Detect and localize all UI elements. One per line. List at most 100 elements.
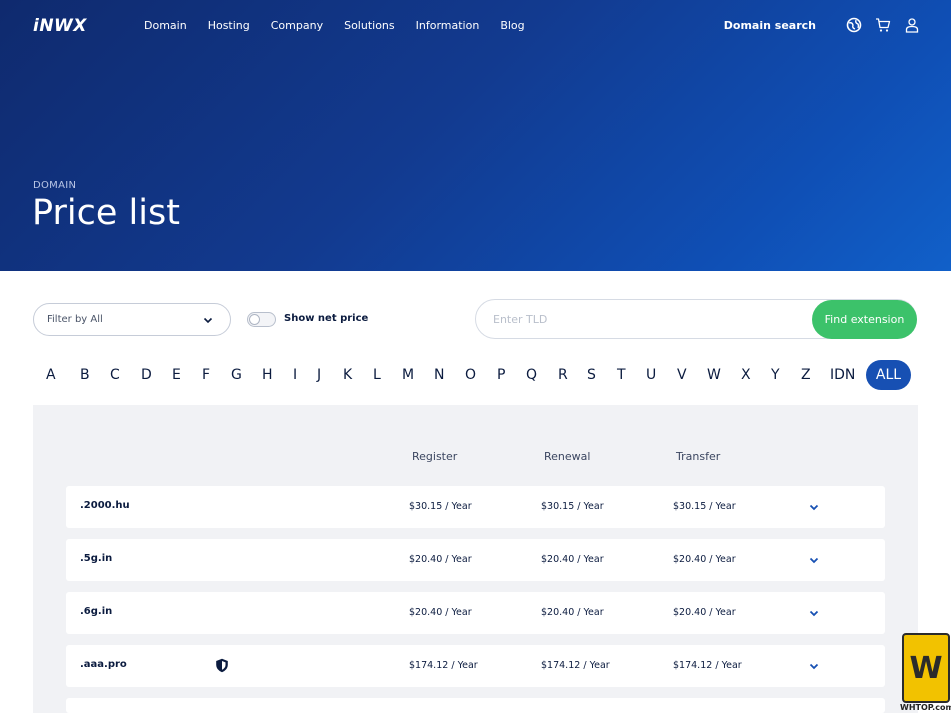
header-actions: Domain search [724,16,921,34]
column-header-transfer: Transfer [676,450,721,463]
chevron-down-icon[interactable] [807,606,821,620]
letter-i[interactable]: I [293,360,297,390]
nav-item-domain[interactable]: Domain [144,18,187,34]
domain-search-link[interactable]: Domain search [724,19,816,32]
price-period: Year [451,607,472,618]
nav-item-hosting[interactable]: Hosting [208,18,250,34]
letter-g[interactable]: G [231,360,242,390]
inwx-logo[interactable]: iNWX [33,16,87,36]
letter-t[interactable]: T [617,360,626,390]
letter-p[interactable]: P [497,360,505,390]
whtop-watermark: W WHTOP.com [900,633,951,713]
price-separator: / [577,607,581,618]
price-separator: / [715,660,719,671]
letter-w[interactable]: W [707,360,721,390]
letter-u[interactable]: U [646,360,656,390]
logo-text: iNWX [33,16,87,36]
price-period: Year [583,501,604,512]
nav-item-blog[interactable]: Blog [500,18,524,34]
column-header-renewal: Renewal [544,450,591,463]
table-row-partial[interactable] [66,698,885,713]
find-extension-button[interactable]: Find extension [812,300,917,339]
price-separator: / [445,554,449,565]
letter-l[interactable]: L [373,360,381,390]
net-price-toggle-label: Show net price [284,313,369,324]
letter-r[interactable]: R [558,360,568,390]
letter-d[interactable]: D [141,360,152,390]
letter-q[interactable]: Q [526,360,537,390]
chevron-down-icon[interactable] [807,553,821,567]
price-amount: $30.15 [409,501,443,512]
price-amount: $20.40 [673,607,707,618]
column-header-register: Register [412,450,458,463]
letter-s[interactable]: S [587,360,596,390]
price-period: Year [715,501,736,512]
letter-o[interactable]: O [465,360,476,390]
price-amount: $20.40 [409,554,443,565]
letter-idn[interactable]: IDN [830,360,855,390]
breadcrumb[interactable]: DOMAIN [33,180,76,191]
price-separator: / [709,501,713,512]
letter-e[interactable]: E [172,360,181,390]
letter-all[interactable]: ALL [866,360,911,390]
price-period: Year [583,554,604,565]
price-period: Year [715,607,736,618]
watermark-badge: W [902,633,950,703]
toggle-knob [249,314,260,325]
letter-x[interactable]: X [741,360,751,390]
register-price: $20.40 / Year [409,554,472,565]
price-amount: $20.40 [541,607,575,618]
letter-k[interactable]: K [343,360,352,390]
transfer-price: $20.40 / Year [673,554,736,565]
tld-name: .aaa.pro [80,659,127,670]
table-row[interactable]: .aaa.pro $174.12 / Year $174.12 / Year $… [66,645,885,687]
price-period: Year [721,660,742,671]
letter-y[interactable]: Y [771,360,780,390]
letter-a[interactable]: A [46,360,56,390]
letter-j[interactable]: J [317,360,321,390]
price-amount: $174.12 [409,660,449,671]
register-price: $174.12 / Year [409,660,478,671]
letter-c[interactable]: C [110,360,120,390]
nav-item-company[interactable]: Company [271,18,323,34]
price-amount: $30.15 [673,501,707,512]
price-period: Year [451,501,472,512]
nav-item-solutions[interactable]: Solutions [344,18,395,34]
renewal-price: $174.12 / Year [541,660,610,671]
price-amount: $20.40 [541,554,575,565]
letter-h[interactable]: H [262,360,273,390]
user-icon[interactable] [903,16,921,34]
nav-item-information[interactable]: Information [416,18,480,34]
chevron-down-icon[interactable] [807,659,821,673]
table-row[interactable]: .6g.in $20.40 / Year $20.40 / Year $20.4… [66,592,885,634]
price-amount: $20.40 [409,607,443,618]
letter-m[interactable]: M [402,360,414,390]
chevron-down-icon[interactable] [807,500,821,514]
transfer-price: $30.15 / Year [673,501,736,512]
net-price-toggle[interactable] [247,312,276,327]
price-separator: / [709,607,713,618]
letter-v[interactable]: V [677,360,687,390]
price-amount: $174.12 [673,660,713,671]
filter-select[interactable]: Filter by All [33,303,231,336]
hero-banner: iNWX Domain Hosting Company Solutions In… [0,0,951,271]
page-title: Price list [32,193,180,233]
letter-z[interactable]: Z [801,360,811,390]
price-period: Year [589,660,610,671]
letter-n[interactable]: N [434,360,444,390]
letter-b[interactable]: B [80,360,90,390]
globe-icon[interactable] [845,16,863,34]
chevron-down-icon [203,317,213,324]
tld-name: .2000.hu [80,500,130,511]
cart-icon[interactable] [874,16,892,34]
price-separator: / [445,501,449,512]
price-amount: $174.12 [541,660,581,671]
renewal-price: $20.40 / Year [541,554,604,565]
table-row[interactable]: .2000.hu $30.15 / Year $30.15 / Year $30… [66,486,885,528]
letter-f[interactable]: F [202,360,210,390]
price-separator: / [577,554,581,565]
transfer-price: $20.40 / Year [673,607,736,618]
register-price: $30.15 / Year [409,501,472,512]
price-amount: $20.40 [673,554,707,565]
table-row[interactable]: .5g.in $20.40 / Year $20.40 / Year $20.4… [66,539,885,581]
